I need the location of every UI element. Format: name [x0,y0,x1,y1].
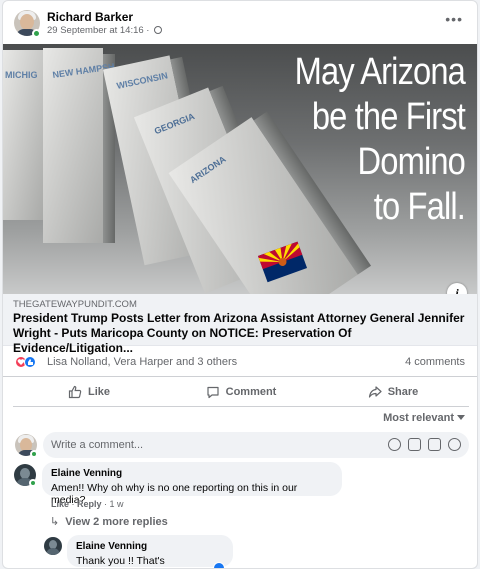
like-label: Like [87,385,110,398]
comment-author[interactable]: Elaine Venning [51,468,333,479]
camera-icon[interactable] [408,438,421,451]
post-author[interactable]: Richard Barker [47,10,133,24]
sticker-icon[interactable] [448,438,461,451]
image-caption: May Arizona be the First Domino to Fall. [263,50,466,230]
reply-reaction-icon[interactable] [213,562,225,568]
link-preview[interactable]: THEGATEWAYPUNDIT.COM President Trump Pos… [3,294,477,355]
commenter-online-icon [29,479,37,487]
reaction-icons[interactable] [15,356,39,368]
share-label: Share [387,385,419,398]
domino-label-1: MICHIG [5,70,38,80]
more-options-button[interactable]: ••• [445,11,463,27]
composer-icons [388,438,461,451]
comment-composer [15,432,469,458]
comment-icon [207,386,219,398]
emoji-icon[interactable] [388,438,401,451]
caret-down-icon [457,415,465,420]
like-button[interactable]: Like [13,377,165,406]
post-timestamp[interactable]: 29 September at 14:16 · [47,25,163,36]
comment-reply-button[interactable]: Reply [77,499,102,509]
gif-icon[interactable] [428,438,441,451]
reply-avatar[interactable] [44,537,62,555]
post-actions: Like Comment Share [13,377,469,407]
post-image[interactable]: MICHIG NEW HAMPSH WISCONSIN GEORGIA ARIZ… [3,44,477,294]
like-reaction-icon [24,356,36,368]
share-button[interactable]: Share [317,377,469,406]
sort-comments-dropdown[interactable]: Most relevant [383,412,465,424]
reply-bubble: Elaine Venning Thank you !! That's encou… [67,535,233,568]
reactions-summary: Lisa Nolland, Vera Harper and 3 others 4… [3,347,477,377]
reply-text: Thank you !! That's encouraging. [76,555,165,568]
share-icon [368,385,382,398]
thumbs-up-icon [68,385,82,398]
sort-label: Most relevant [383,412,454,424]
image-line-4: to Fall. [373,186,466,228]
view-more-replies[interactable]: ↳ View 2 more replies [50,515,168,528]
reply-arrow-icon: ↳ [50,516,60,528]
comment-meta: Like · Reply · 1 w [51,499,124,509]
online-status-icon [32,29,41,38]
post-card: Richard Barker 29 September at 14:16 · •… [2,0,478,569]
reply-author[interactable]: Elaine Venning [76,541,224,552]
image-line-1: May Arizona [294,51,466,93]
image-line-2: be the First [311,96,466,138]
viewer-online-icon [30,450,38,458]
reacted-names[interactable]: Lisa Nolland, Vera Harper and 3 others [47,356,237,368]
link-domain: THEGATEWAYPUNDIT.COM [13,299,137,310]
globe-icon [154,26,163,34]
comment-count[interactable]: 4 comments [405,356,465,368]
image-line-3: Domino [357,141,466,183]
view-replies-label: View 2 more replies [65,516,168,528]
post-header: Richard Barker 29 September at 14:16 · •… [3,1,477,45]
timestamp-text: 29 September at 14:16 · [47,25,150,36]
comment-age[interactable]: 1 w [110,499,124,509]
comment-bubble: Elaine Venning Amen!! Why oh why is no o… [42,462,342,506]
comment-label: Comment [225,385,277,398]
comment-like-button[interactable]: Like [51,499,69,509]
comment-button[interactable]: Comment [165,377,317,406]
